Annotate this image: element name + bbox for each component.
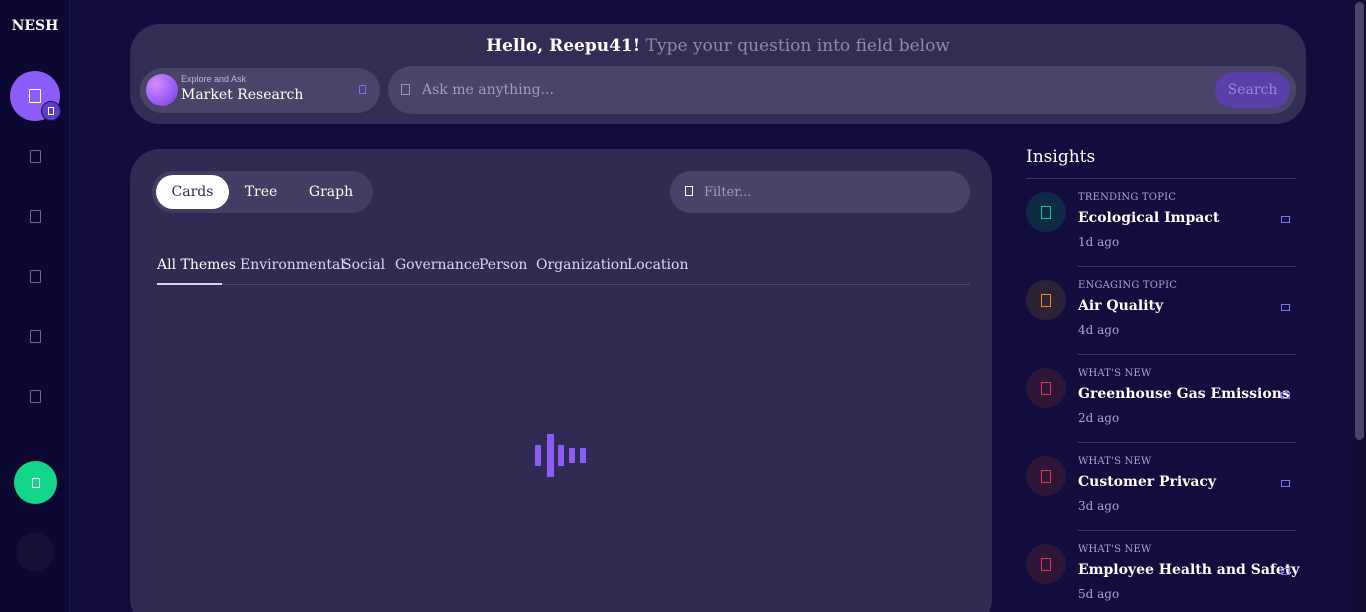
document-icon	[29, 149, 41, 163]
insight-kind: ENGAGING TOPIC	[1078, 280, 1178, 291]
open-icon[interactable]	[1281, 480, 1290, 487]
mode-caption: Explore and Ask	[181, 74, 247, 84]
news-icon	[1026, 456, 1066, 496]
insight-item[interactable]: WHAT'S NEW Employee Health and Safety 5d…	[1026, 531, 1300, 612]
view-graph-option[interactable]: Graph	[293, 175, 369, 209]
sidebar: NESH	[0, 0, 70, 612]
view-toggle: Cards Tree Graph	[152, 171, 373, 213]
open-icon[interactable]	[1281, 216, 1290, 223]
insight-topic: Customer Privacy	[1078, 474, 1217, 490]
page-scrollbar[interactable]	[1352, 0, 1366, 612]
insight-kind: WHAT'S NEW	[1078, 544, 1152, 555]
view-tree-option[interactable]: Tree	[229, 175, 293, 209]
trending-icon	[1026, 192, 1066, 232]
mode-value: Market Research	[181, 87, 304, 103]
insight-kind: WHAT'S NEW	[1078, 368, 1152, 379]
insight-topic: Greenhouse Gas Emissions	[1078, 386, 1290, 402]
nav-bookmarks-button[interactable]	[22, 263, 48, 289]
chevron-down-icon	[359, 85, 366, 94]
tab-location[interactable]: Location	[627, 257, 688, 273]
active-tab-underline	[157, 283, 222, 285]
home-icon	[29, 89, 41, 103]
open-icon[interactable]	[1281, 392, 1290, 399]
search-button[interactable]: Search	[1215, 72, 1290, 108]
insight-item[interactable]: WHAT'S NEW Customer Privacy 3d ago	[1026, 443, 1296, 531]
chat-icon	[31, 477, 40, 488]
insight-kind: WHAT'S NEW	[1078, 456, 1152, 467]
loading-bars-icon	[535, 433, 587, 478]
filter-icon	[685, 186, 693, 196]
folder-icon	[29, 329, 41, 343]
tab-governance[interactable]: Governance	[395, 257, 480, 273]
ask-search-box: Search	[388, 66, 1296, 114]
brand-logo[interactable]: NESH	[0, 18, 70, 34]
tab-organization[interactable]: Organization	[536, 257, 628, 273]
scrollbar-thumb[interactable]	[1355, 2, 1364, 440]
insight-topic: Air Quality	[1078, 298, 1164, 314]
view-cards-option[interactable]: Cards	[156, 175, 229, 209]
filter-box	[670, 171, 970, 213]
open-icon[interactable]	[1281, 304, 1290, 311]
list-icon	[29, 209, 41, 223]
insight-time: 3d ago	[1078, 499, 1120, 513]
nav-settings-button[interactable]	[22, 383, 48, 409]
news-icon	[1026, 544, 1066, 584]
nav-list-button[interactable]	[22, 203, 48, 229]
insight-kind: TRENDING TOPIC	[1078, 192, 1177, 203]
nav-folders-button[interactable]	[22, 323, 48, 349]
news-icon	[1026, 368, 1066, 408]
settings-icon	[29, 389, 41, 403]
greeting: Hello, Reepu41! Type your question into …	[130, 36, 1306, 56]
engaging-icon	[1026, 280, 1066, 320]
theme-tabs: All Themes Environmental Social Governan…	[157, 247, 970, 285]
user-avatar[interactable]	[16, 533, 54, 571]
ask-panel: Hello, Reepu41! Type your question into …	[130, 24, 1306, 124]
insight-time: 2d ago	[1078, 411, 1120, 425]
insight-item[interactable]: WHAT'S NEW Greenhouse Gas Emissions 2d a…	[1026, 355, 1296, 443]
tab-social[interactable]: Social	[342, 257, 385, 273]
main-panel: Cards Tree Graph All Themes Environmenta…	[130, 149, 992, 612]
tab-person[interactable]: Person	[479, 257, 527, 273]
mode-orb-icon	[146, 74, 178, 106]
greeting-hello: Hello, Reepu41!	[486, 36, 641, 56]
bookmark-icon	[29, 269, 41, 283]
insights-title: Insights	[1026, 147, 1096, 167]
insight-time: 5d ago	[1078, 587, 1120, 601]
nav-badge-icon	[41, 101, 61, 121]
insight-item[interactable]: TRENDING TOPIC Ecological Impact 1d ago	[1026, 179, 1296, 267]
open-icon[interactable]	[1281, 568, 1290, 575]
tab-environmental[interactable]: Environmental	[240, 257, 345, 273]
ask-input[interactable]	[422, 77, 1202, 103]
insight-time: 4d ago	[1078, 323, 1120, 337]
insight-item[interactable]: ENGAGING TOPIC Air Quality 4d ago	[1026, 267, 1296, 355]
filter-input[interactable]	[704, 179, 954, 205]
greeting-subtitle: Type your question into field below	[645, 36, 950, 56]
nav-documents-button[interactable]	[22, 143, 48, 169]
mode-select[interactable]: Explore and Ask Market Research	[140, 68, 380, 113]
search-icon	[401, 84, 410, 95]
tab-all-themes[interactable]: All Themes	[157, 257, 236, 273]
insight-topic: Ecological Impact	[1078, 210, 1220, 226]
insight-time: 1d ago	[1078, 235, 1120, 249]
new-chat-button[interactable]	[14, 461, 57, 504]
insight-topic: Employee Health and Safety	[1078, 562, 1300, 578]
